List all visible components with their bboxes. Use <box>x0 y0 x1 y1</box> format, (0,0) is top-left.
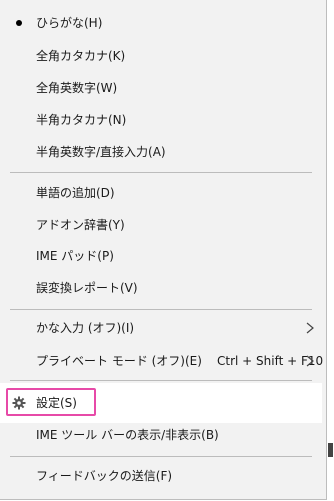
menu-item-fullwidth-katakana[interactable]: 全角カタカナ(K) <box>0 41 322 71</box>
menu-item-addon-dictionary[interactable]: アドオン辞書(Y) <box>0 210 322 240</box>
ime-context-menu: ひらがな(H) 全角カタカナ(K) 全角英数字(W) 半角カタカナ(N) 半角英… <box>0 0 327 500</box>
menu-separator <box>10 172 312 173</box>
menu-item-label: プライベート モード (オフ)(E) <box>36 354 202 368</box>
menu-item-label: 誤変換レポート(V) <box>36 281 138 295</box>
menu-item-fullwidth-alphanumeric[interactable]: 全角英数字(W) <box>0 73 322 103</box>
menu-separator <box>10 456 312 457</box>
background-window-edge <box>328 443 333 457</box>
menu-item-label: 単語の追加(D) <box>36 186 115 200</box>
selected-bullet-icon <box>16 20 22 26</box>
menu-item-conversion-report[interactable]: 誤変換レポート(V) <box>0 273 322 303</box>
menu-item-halfwidth-katakana[interactable]: 半角カタカナ(N) <box>0 105 322 135</box>
menu-item-label: フィードバックの送信(F) <box>36 469 173 483</box>
menu-item-halfwidth-alphanumeric[interactable]: 半角英数字/直接入力(A) <box>0 137 322 167</box>
menu-item-label: アドオン辞書(Y) <box>36 218 125 232</box>
gear-icon <box>12 396 26 410</box>
menu-item-label: 全角カタカナ(K) <box>36 49 126 63</box>
menu-item-toolbar-toggle[interactable]: IME ツール バーの表示/非表示(B) <box>0 420 322 450</box>
menu-item-ime-pad[interactable]: IME パッド(P) <box>0 241 322 271</box>
menu-item-label: ひらがな(H) <box>36 16 103 30</box>
menu-item-label: 半角英数字/直接入力(A) <box>36 145 166 159</box>
menu-item-add-word[interactable]: 単語の追加(D) <box>0 178 322 208</box>
menu-item-label: IME パッド(P) <box>36 249 114 263</box>
menu-item-label: かな入力 (オフ)(I) <box>36 321 135 335</box>
menu-item-label: IME ツール バーの表示/非表示(B) <box>36 428 219 442</box>
menu-separator <box>10 309 312 310</box>
menu-item-label: 半角カタカナ(N) <box>36 113 127 127</box>
chevron-right-icon <box>306 355 314 367</box>
chevron-right-icon <box>306 322 314 334</box>
menu-item-send-feedback[interactable]: フィードバックの送信(F) <box>0 461 322 491</box>
menu-item-label: 全角英数字(W) <box>36 81 118 95</box>
menu-item-kana-input[interactable]: かな入力 (オフ)(I) <box>0 313 322 343</box>
menu-item-hiragana[interactable]: ひらがな(H) <box>0 8 322 38</box>
menu-item-private-mode[interactable]: プライベート モード (オフ)(E) Ctrl + Shift + F10 <box>0 346 323 376</box>
menu-separator <box>10 380 312 381</box>
